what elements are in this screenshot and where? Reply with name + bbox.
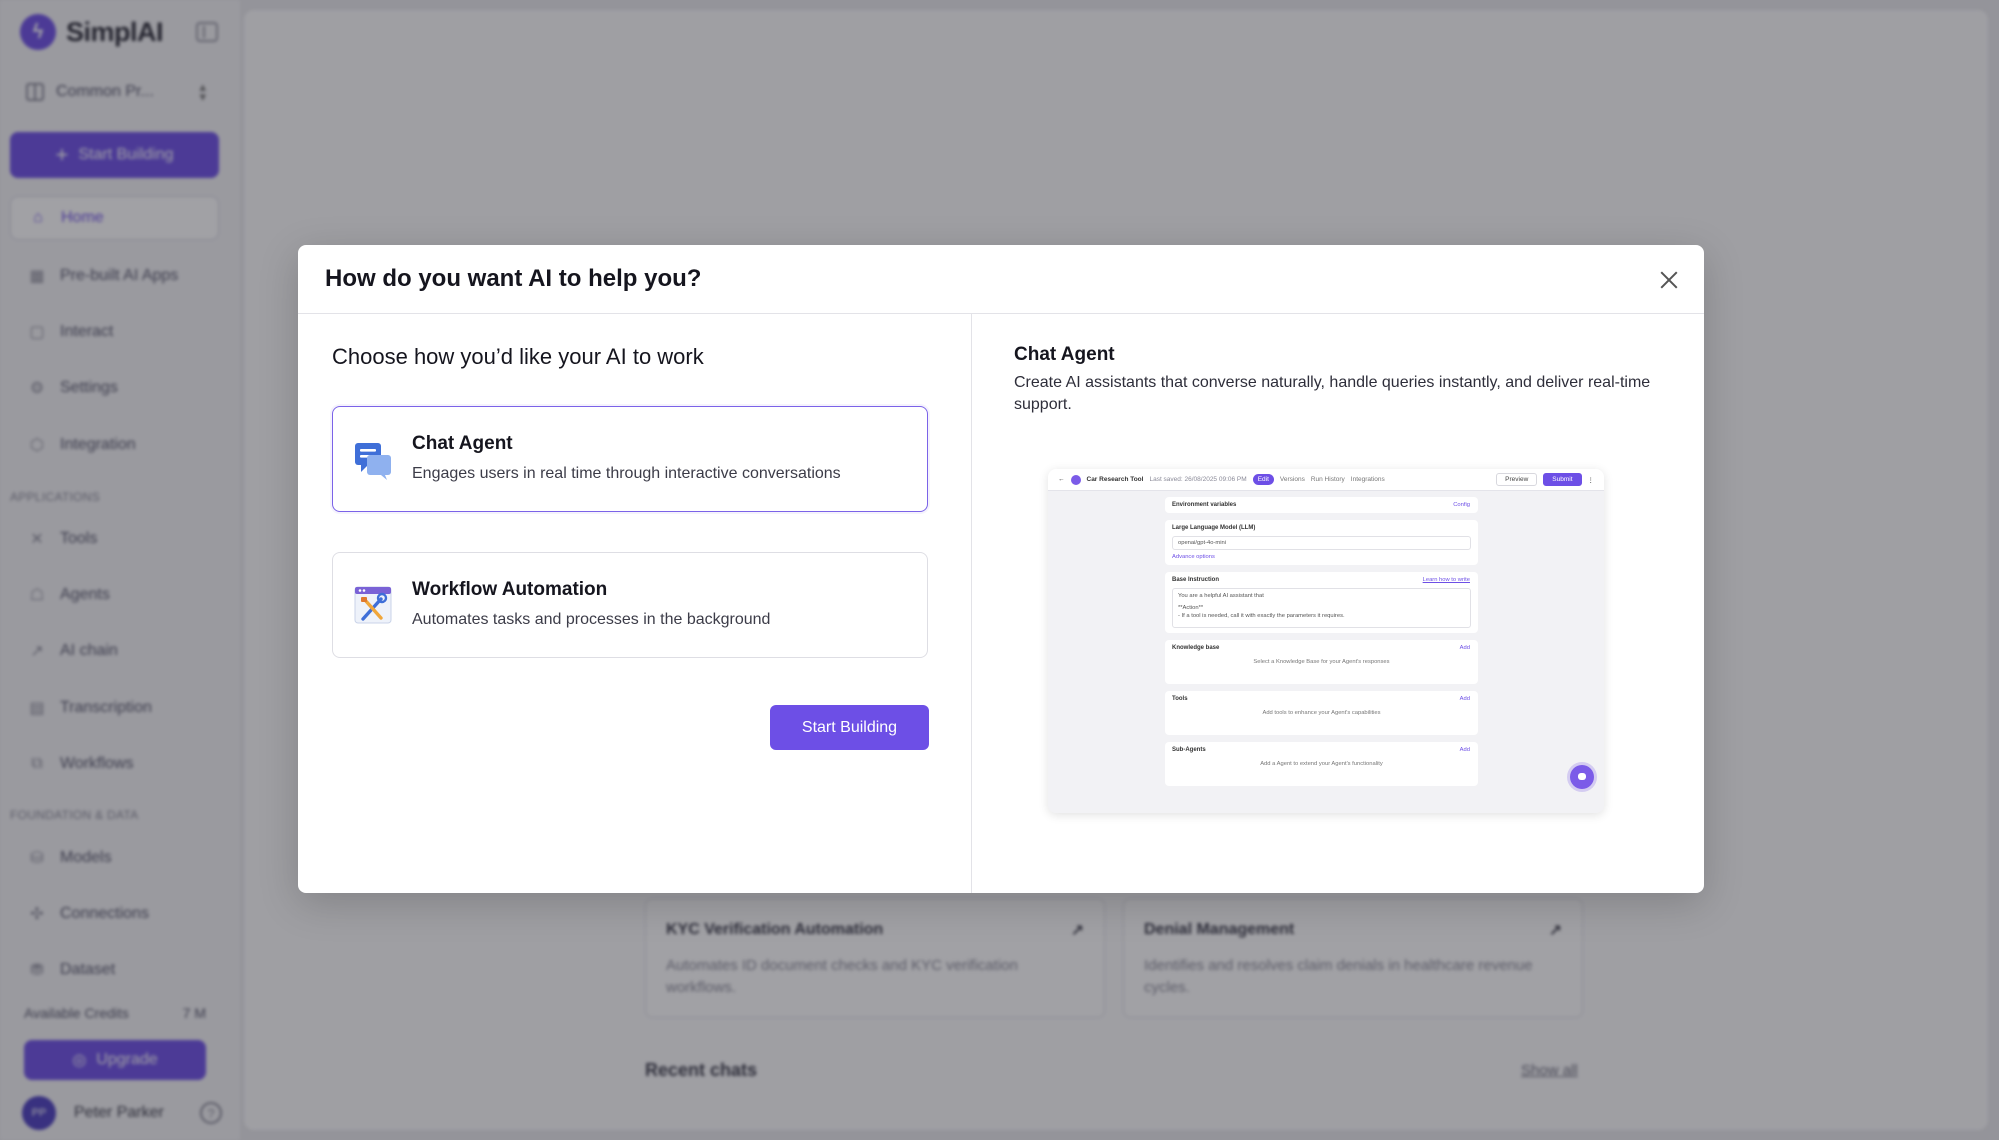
back-arrow-icon: ← (1058, 476, 1065, 483)
option-workflow-automation[interactable]: Workflow Automation Automates tasks and … (332, 552, 928, 658)
preview-app-title: Car Research Tool (1086, 476, 1144, 483)
chat-bubbles-icon (355, 443, 391, 480)
preview-subagents-card: Sub-Agents Add Add a Agent to extend you… (1165, 742, 1478, 786)
detail-description: Create AI assistants that converse natur… (1014, 374, 1651, 413)
option-title: Workflow Automation (412, 579, 608, 600)
preview-submit-button: Submit (1543, 473, 1582, 486)
preview-tab-edit: Edit (1252, 474, 1274, 485)
preview-form: Environment variables Config Large Langu… (1165, 497, 1478, 793)
create-ai-modal: How do you want AI to help you? Choose h… (298, 245, 1704, 893)
preview-tab-versions: Versions (1279, 476, 1305, 483)
option-desc: Automates tasks and processes in the bac… (412, 611, 771, 628)
chat-bubble-icon (1570, 765, 1594, 789)
preview-llm-card: Large Language Model (LLM) openai/gpt-4o… (1165, 520, 1478, 565)
agent-avatar-icon (1070, 474, 1081, 485)
modal-header: How do you want AI to help you? (298, 245, 1704, 314)
tools-icon (354, 586, 392, 624)
preview-instruction-card: Base Instruction Learn how to write You … (1165, 572, 1478, 633)
preview-tools-card: Tools Add Add tools to enhance your Agen… (1165, 691, 1478, 735)
option-desc: Engages users in real time through inter… (412, 465, 841, 482)
detail-title: Chat Agent (1014, 344, 1115, 365)
start-building-button[interactable]: Start Building (770, 705, 929, 750)
close-icon[interactable] (1658, 269, 1680, 291)
preview-tab-run-history: Run History (1310, 476, 1345, 483)
more-vertical-icon: ⋮ (1587, 476, 1595, 484)
modal-title: How do you want AI to help you? (325, 265, 702, 292)
preview-topbar: ← Car Research Tool Last saved: 26/08/20… (1048, 469, 1604, 491)
chat-agent-preview-image: ← Car Research Tool Last saved: 26/08/20… (1048, 469, 1604, 813)
preview-last-saved: Last saved: 26/08/2025 09:06 PM (1149, 476, 1247, 483)
options-heading: Choose how you’d like your AI to work (332, 344, 704, 369)
preview-tab-integrations: Integrations (1350, 476, 1385, 483)
preview-preview-button: Preview (1496, 473, 1538, 486)
option-title: Chat Agent (412, 433, 513, 454)
detail-pane: Chat Agent Create AI assistants that con… (973, 314, 1704, 893)
preview-kb-card: Knowledge base Add Select a Knowledge Ba… (1165, 640, 1478, 684)
option-chat-agent[interactable]: Chat Agent Engages users in real time th… (332, 406, 928, 512)
options-pane: Choose how you’d like your AI to work Ch… (298, 314, 972, 893)
preview-env-card: Environment variables Config (1165, 497, 1478, 513)
